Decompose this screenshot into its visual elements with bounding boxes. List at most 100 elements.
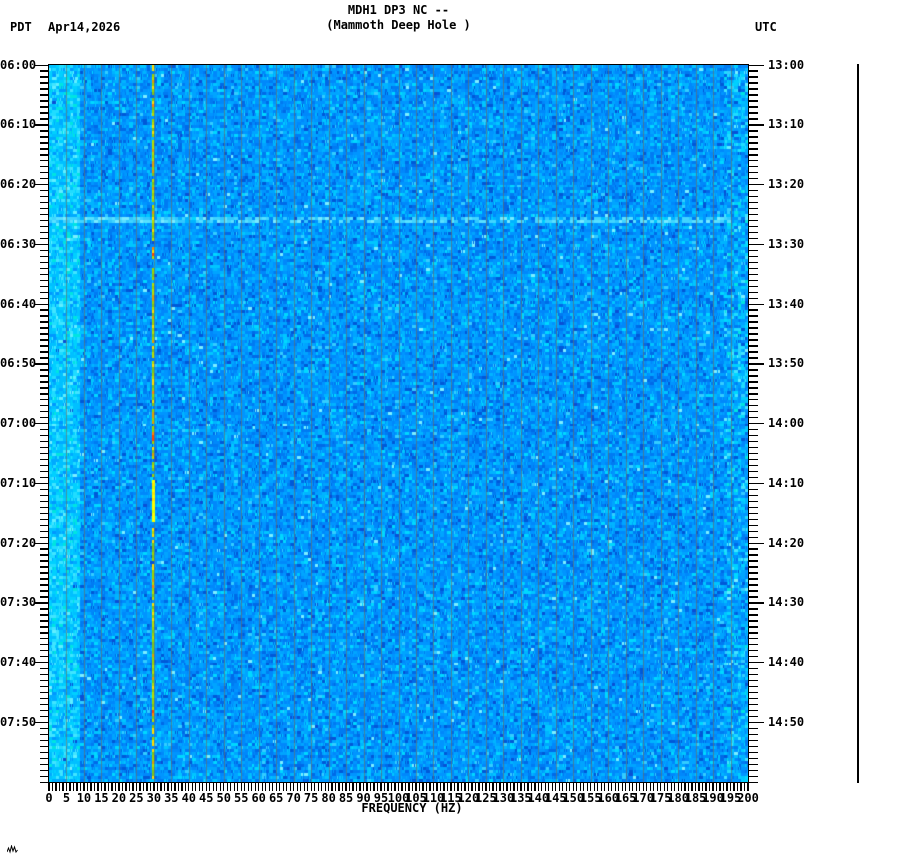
freq-tick — [366, 783, 368, 791]
freq-tick — [286, 783, 288, 791]
time-minor-tick — [749, 345, 758, 347]
time-minor-tick — [749, 446, 758, 449]
time-minor-tick — [749, 88, 758, 90]
time-minor-tick — [40, 201, 49, 204]
freq-tick — [502, 783, 505, 791]
freq-tick — [418, 783, 421, 791]
time-minor-tick — [40, 500, 49, 503]
time-minor-tick — [749, 476, 758, 479]
time-minor-tick — [40, 189, 49, 192]
time-minor-tick — [749, 536, 758, 538]
time-minor-tick — [749, 178, 758, 180]
time-minor-tick — [749, 590, 758, 592]
time-minor-tick — [749, 417, 758, 419]
time-minor-tick — [749, 697, 758, 700]
time-minor-tick — [749, 94, 758, 96]
left-time-label: 06:10 — [0, 117, 37, 132]
spectrogram-page: { "header": { "tz_left_label": "PDT", "d… — [0, 0, 902, 864]
right-time-label: 14:30 — [768, 595, 805, 610]
time-minor-tick — [749, 470, 758, 473]
right-time-label: 13:20 — [768, 177, 805, 191]
spectrogram-canvas[interactable] — [49, 65, 748, 782]
time-minor-tick — [34, 243, 49, 246]
time-minor-tick — [40, 345, 49, 347]
freq-tick — [72, 783, 75, 791]
freq-tick — [380, 783, 382, 791]
time-minor-tick — [749, 225, 758, 228]
time-minor-tick — [40, 261, 49, 264]
freq-tick — [401, 783, 403, 791]
time-minor-tick — [749, 255, 758, 258]
time-minor-tick — [749, 685, 758, 688]
time-minor-tick — [40, 100, 49, 102]
time-minor-tick — [40, 339, 49, 341]
time-minor-tick — [749, 434, 758, 437]
freq-tick — [254, 783, 256, 791]
freq-tick — [733, 783, 735, 791]
time-minor-tick — [40, 166, 49, 168]
time-minor-tick — [749, 357, 758, 359]
freq-tick — [55, 783, 57, 791]
freq-tick — [289, 783, 291, 791]
freq-tick — [663, 783, 665, 791]
time-minor-tick — [40, 548, 49, 550]
freq-tick — [726, 783, 728, 791]
time-minor-tick — [40, 494, 49, 497]
time-minor-tick — [40, 309, 49, 311]
time-minor-tick — [40, 213, 49, 216]
freq-tick — [743, 783, 746, 791]
time-minor-tick — [749, 602, 764, 604]
time-minor-tick — [749, 464, 758, 467]
freq-tick — [516, 783, 519, 791]
time-minor-tick — [749, 261, 758, 264]
time-minor-tick — [749, 219, 758, 222]
time-minor-tick — [40, 387, 49, 389]
right-time-label: 14:50 — [768, 714, 805, 729]
time-minor-tick — [40, 351, 49, 353]
time-minor-tick — [40, 172, 49, 174]
time-minor-tick — [749, 118, 758, 120]
time-minor-tick — [40, 88, 49, 90]
time-minor-tick — [749, 542, 764, 544]
time-minor-tick — [40, 632, 49, 634]
time-minor-tick — [40, 733, 49, 736]
time-minor-tick — [749, 315, 758, 317]
freq-tick — [369, 783, 372, 791]
time-minor-tick — [40, 267, 49, 270]
time-minor-tick — [40, 393, 49, 395]
time-minor-tick — [749, 160, 758, 162]
time-minor-tick — [749, 482, 764, 485]
time-minor-tick — [40, 405, 49, 407]
freq-tick — [233, 783, 235, 791]
freq-tick — [65, 783, 68, 791]
freq-tick — [177, 783, 179, 791]
time-minor-tick — [40, 560, 49, 562]
freq-tick — [338, 783, 340, 791]
time-minor-tick — [34, 662, 49, 664]
time-minor-tick — [40, 596, 49, 598]
freq-tick — [83, 783, 85, 791]
time-minor-tick — [40, 160, 49, 162]
time-minor-tick — [40, 626, 49, 628]
freq-tick — [251, 783, 253, 791]
freq-tick — [492, 783, 494, 791]
time-minor-tick — [40, 650, 49, 652]
time-minor-tick — [749, 578, 758, 580]
freq-tick — [394, 783, 396, 791]
time-minor-tick — [40, 566, 49, 568]
right-time-label: 14:00 — [768, 416, 805, 430]
time-minor-tick — [40, 70, 49, 72]
time-minor-tick — [40, 608, 49, 610]
freq-tick — [373, 783, 375, 791]
time-minor-tick — [40, 82, 49, 84]
time-minor-tick — [749, 154, 758, 156]
freq-tick — [404, 783, 407, 791]
time-minor-tick — [749, 207, 758, 210]
freq-tick — [303, 783, 305, 791]
right-time-label: 13:50 — [768, 356, 805, 371]
time-minor-tick — [40, 440, 49, 443]
freq-tick — [593, 783, 595, 791]
freq-tick — [62, 783, 64, 791]
freq-tick — [209, 783, 211, 791]
freq-tick — [104, 783, 106, 791]
